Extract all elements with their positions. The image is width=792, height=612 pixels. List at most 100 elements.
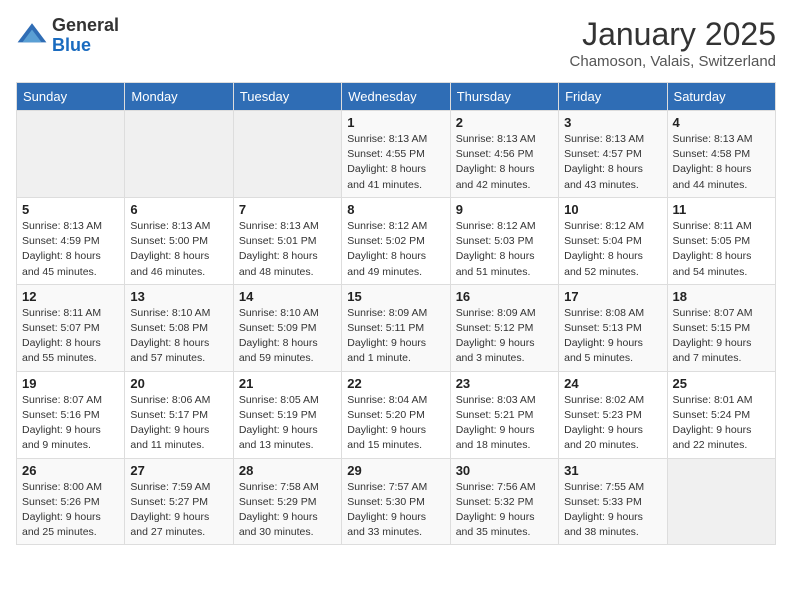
day-number: 2 <box>456 115 553 130</box>
day-cell: 26 Sunrise: 8:00 AM Sunset: 5:26 PM Dayli… <box>17 458 125 545</box>
day-cell: 21 Sunrise: 8:05 AM Sunset: 5:19 PM Dayli… <box>233 371 341 458</box>
page-header: General Blue January 2025 Chamoson, Vala… <box>16 16 776 70</box>
calendar-header: SundayMondayTuesdayWednesdayThursdayFrid… <box>17 83 776 111</box>
day-info: Sunrise: 8:08 AM Sunset: 5:13 PM Dayligh… <box>564 306 661 367</box>
day-number: 11 <box>673 202 770 217</box>
day-info: Sunrise: 7:59 AM Sunset: 5:27 PM Dayligh… <box>130 480 227 541</box>
day-info: Sunrise: 8:05 AM Sunset: 5:19 PM Dayligh… <box>239 393 336 454</box>
title-block: January 2025 Chamoson, Valais, Switzerla… <box>570 16 776 70</box>
day-cell <box>233 111 341 198</box>
header-tuesday: Tuesday <box>233 83 341 111</box>
day-info: Sunrise: 8:00 AM Sunset: 5:26 PM Dayligh… <box>22 480 119 541</box>
day-cell <box>17 111 125 198</box>
day-cell: 11 Sunrise: 8:11 AM Sunset: 5:05 PM Dayli… <box>667 197 775 284</box>
day-info: Sunrise: 8:13 AM Sunset: 4:55 PM Dayligh… <box>347 132 444 193</box>
day-cell: 20 Sunrise: 8:06 AM Sunset: 5:17 PM Dayli… <box>125 371 233 458</box>
calendar-title: January 2025 <box>570 16 776 53</box>
day-info: Sunrise: 7:55 AM Sunset: 5:33 PM Dayligh… <box>564 480 661 541</box>
day-info: Sunrise: 8:06 AM Sunset: 5:17 PM Dayligh… <box>130 393 227 454</box>
header-monday: Monday <box>125 83 233 111</box>
day-number: 7 <box>239 202 336 217</box>
day-info: Sunrise: 8:04 AM Sunset: 5:20 PM Dayligh… <box>347 393 444 454</box>
day-cell: 14 Sunrise: 8:10 AM Sunset: 5:09 PM Dayli… <box>233 284 341 371</box>
day-info: Sunrise: 8:02 AM Sunset: 5:23 PM Dayligh… <box>564 393 661 454</box>
day-info: Sunrise: 8:10 AM Sunset: 5:08 PM Dayligh… <box>130 306 227 367</box>
day-number: 28 <box>239 463 336 478</box>
day-cell: 6Sunrise: 8:13 AM Sunset: 5:00 PM Daylig… <box>125 197 233 284</box>
logo-text: General Blue <box>52 16 119 56</box>
day-info: Sunrise: 8:13 AM Sunset: 5:01 PM Dayligh… <box>239 219 336 280</box>
week-row-1: 5 Sunrise: 8:13 AM Sunset: 4:59 PM Daylig… <box>17 197 776 284</box>
day-cell: 8Sunrise: 8:12 AM Sunset: 5:02 PM Daylig… <box>342 197 450 284</box>
day-cell: 18 Sunrise: 8:07 AM Sunset: 5:15 PM Dayli… <box>667 284 775 371</box>
day-cell: 27 Sunrise: 7:59 AM Sunset: 5:27 PM Dayli… <box>125 458 233 545</box>
day-cell: 4 Sunrise: 8:13 AM Sunset: 4:58 PM Daylig… <box>667 111 775 198</box>
day-info: Sunrise: 8:07 AM Sunset: 5:16 PM Dayligh… <box>22 393 119 454</box>
day-info: Sunrise: 8:12 AM Sunset: 5:03 PM Dayligh… <box>456 219 553 280</box>
week-row-2: 12 Sunrise: 8:11 AM Sunset: 5:07 PM Dayli… <box>17 284 776 371</box>
day-number: 12 <box>22 289 119 304</box>
day-cell: 5 Sunrise: 8:13 AM Sunset: 4:59 PM Daylig… <box>17 197 125 284</box>
day-cell: 25Sunrise: 8:01 AM Sunset: 5:24 PM Dayli… <box>667 371 775 458</box>
logo-icon <box>16 20 48 52</box>
logo: General Blue <box>16 16 119 56</box>
day-cell <box>125 111 233 198</box>
day-info: Sunrise: 7:56 AM Sunset: 5:32 PM Dayligh… <box>456 480 553 541</box>
day-number: 27 <box>130 463 227 478</box>
day-number: 26 <box>22 463 119 478</box>
day-info: Sunrise: 8:13 AM Sunset: 5:00 PM Dayligh… <box>130 219 227 280</box>
day-info: Sunrise: 8:10 AM Sunset: 5:09 PM Dayligh… <box>239 306 336 367</box>
day-cell: 12 Sunrise: 8:11 AM Sunset: 5:07 PM Dayli… <box>17 284 125 371</box>
header-wednesday: Wednesday <box>342 83 450 111</box>
day-cell: 3Sunrise: 8:13 AM Sunset: 4:57 PM Daylig… <box>559 111 667 198</box>
day-number: 3 <box>564 115 661 130</box>
day-number: 9 <box>456 202 553 217</box>
day-cell <box>667 458 775 545</box>
day-info: Sunrise: 8:12 AM Sunset: 5:04 PM Dayligh… <box>564 219 661 280</box>
day-cell: 16Sunrise: 8:09 AM Sunset: 5:12 PM Dayli… <box>450 284 558 371</box>
day-number: 13 <box>130 289 227 304</box>
day-number: 15 <box>347 289 444 304</box>
day-number: 1 <box>347 115 444 130</box>
logo-general: General <box>52 16 119 36</box>
day-number: 21 <box>239 376 336 391</box>
week-row-3: 19Sunrise: 8:07 AM Sunset: 5:16 PM Dayli… <box>17 371 776 458</box>
day-info: Sunrise: 8:13 AM Sunset: 4:59 PM Dayligh… <box>22 219 119 280</box>
day-cell: 7 Sunrise: 8:13 AM Sunset: 5:01 PM Daylig… <box>233 197 341 284</box>
day-number: 18 <box>673 289 770 304</box>
day-info: Sunrise: 8:09 AM Sunset: 5:12 PM Dayligh… <box>456 306 553 367</box>
day-info: Sunrise: 8:13 AM Sunset: 4:56 PM Dayligh… <box>456 132 553 193</box>
day-number: 10 <box>564 202 661 217</box>
day-number: 17 <box>564 289 661 304</box>
day-cell: 29Sunrise: 7:57 AM Sunset: 5:30 PM Dayli… <box>342 458 450 545</box>
day-info: Sunrise: 8:11 AM Sunset: 5:07 PM Dayligh… <box>22 306 119 367</box>
logo-blue: Blue <box>52 36 119 56</box>
day-info: Sunrise: 8:12 AM Sunset: 5:02 PM Dayligh… <box>347 219 444 280</box>
header-friday: Friday <box>559 83 667 111</box>
day-info: Sunrise: 8:01 AM Sunset: 5:24 PM Dayligh… <box>673 393 770 454</box>
day-cell: 1 Sunrise: 8:13 AM Sunset: 4:55 PM Daylig… <box>342 111 450 198</box>
day-cell: 22 Sunrise: 8:04 AM Sunset: 5:20 PM Dayli… <box>342 371 450 458</box>
day-number: 23 <box>456 376 553 391</box>
day-cell: 28Sunrise: 7:58 AM Sunset: 5:29 PM Dayli… <box>233 458 341 545</box>
day-cell: 15 Sunrise: 8:09 AM Sunset: 5:11 PM Dayli… <box>342 284 450 371</box>
day-number: 30 <box>456 463 553 478</box>
day-number: 14 <box>239 289 336 304</box>
day-cell: 17 Sunrise: 8:08 AM Sunset: 5:13 PM Dayli… <box>559 284 667 371</box>
day-cell: 19Sunrise: 8:07 AM Sunset: 5:16 PM Dayli… <box>17 371 125 458</box>
day-number: 20 <box>130 376 227 391</box>
day-number: 29 <box>347 463 444 478</box>
day-number: 24 <box>564 376 661 391</box>
day-number: 4 <box>673 115 770 130</box>
day-info: Sunrise: 8:07 AM Sunset: 5:15 PM Dayligh… <box>673 306 770 367</box>
day-info: Sunrise: 8:09 AM Sunset: 5:11 PM Dayligh… <box>347 306 444 367</box>
header-thursday: Thursday <box>450 83 558 111</box>
day-info: Sunrise: 8:13 AM Sunset: 4:58 PM Dayligh… <box>673 132 770 193</box>
calendar-table: SundayMondayTuesdayWednesdayThursdayFrid… <box>16 82 776 545</box>
day-info: Sunrise: 8:11 AM Sunset: 5:05 PM Dayligh… <box>673 219 770 280</box>
day-number: 5 <box>22 202 119 217</box>
header-row: SundayMondayTuesdayWednesdayThursdayFrid… <box>17 83 776 111</box>
day-cell: 9 Sunrise: 8:12 AM Sunset: 5:03 PM Daylig… <box>450 197 558 284</box>
day-number: 22 <box>347 376 444 391</box>
day-cell: 13 Sunrise: 8:10 AM Sunset: 5:08 PM Dayli… <box>125 284 233 371</box>
